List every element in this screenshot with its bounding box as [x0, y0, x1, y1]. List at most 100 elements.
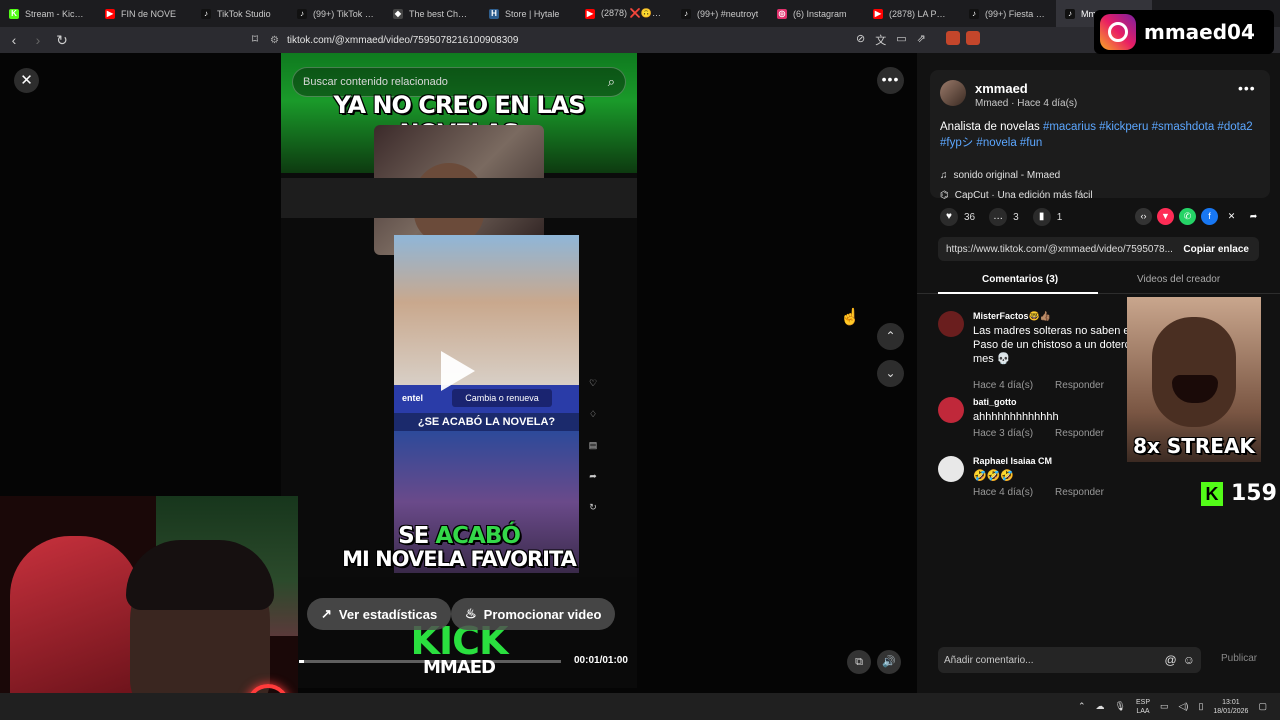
x-icon[interactable]: ✕	[1223, 208, 1240, 225]
repost-icon[interactable]: ▼	[1157, 208, 1174, 225]
browser-tab[interactable]: ◆ The best ChatBot	[384, 0, 480, 27]
remix-icon: ↻	[589, 502, 597, 512]
caption-word-1: SE	[398, 523, 429, 549]
creator-username[interactable]: xmmaed	[975, 81, 1028, 96]
reload-icon[interactable]: ↻	[52, 32, 72, 49]
embed-icon[interactable]: ‹›	[1135, 208, 1152, 225]
comment-button[interactable]: … 3	[989, 208, 1019, 226]
copy-link-button[interactable]: Copiar enlace	[1173, 244, 1259, 255]
emoji-icon[interactable]: ☺	[1183, 653, 1195, 667]
engagement-actions: ♥ 36 … 3 ▮ 1	[940, 208, 1062, 226]
tab-label: (99+) TikTok - Ma	[313, 8, 375, 19]
site-info-icon[interactable]: ⚙	[270, 35, 279, 46]
video-player[interactable]: Buscar contenido relacionado ⌕ YA NO CRE…	[281, 53, 637, 688]
reply-button[interactable]: Responder	[1055, 487, 1104, 498]
clock[interactable]: 13:01 18/01/2026	[1213, 698, 1248, 716]
volume-button[interactable]: 🔊	[877, 650, 901, 674]
youtube-icon: ▶	[105, 8, 115, 19]
onedrive-icon[interactable]: ☁	[1096, 701, 1105, 712]
like-button[interactable]: ♥ 36	[940, 208, 975, 226]
video-progress-bar[interactable]	[299, 660, 561, 663]
play-icon[interactable]	[441, 351, 475, 391]
ad-text: Cambia o renueva	[452, 389, 552, 407]
brave-shield-icon[interactable]	[946, 31, 960, 45]
creator-avatar[interactable]	[940, 80, 966, 106]
commenter-name[interactable]: bati_gotto	[973, 397, 1017, 407]
more-options-button[interactable]: •••	[877, 67, 904, 94]
more-icon[interactable]: •••	[1238, 80, 1256, 96]
browser-tab[interactable]: ▶ (2878) ❌🙃 ¿Se	[576, 0, 672, 27]
kick-icon: K	[9, 8, 19, 19]
forward-icon[interactable]: ›	[28, 32, 48, 48]
capcut-label: CapCut · Una edición más fácil	[954, 190, 1093, 201]
promote-video-button[interactable]: ♨ Promocionar video	[451, 598, 616, 630]
network-icon[interactable]: ▭	[1160, 701, 1169, 712]
search-placeholder: Buscar contenido relacionado	[303, 76, 448, 88]
video-caption: SE ACABÓ MI NOVELA FAVORITA	[281, 523, 637, 571]
laughing-face	[1152, 317, 1236, 427]
language-indicator[interactable]: ESP LAA	[1136, 698, 1150, 716]
comment-count: 3	[1013, 211, 1019, 223]
browser-tab[interactable]: ♪ (99+) TikTok - Ma	[288, 0, 384, 27]
brave-rewards-icon[interactable]	[966, 31, 980, 45]
search-icon[interactable]: ⌕	[608, 74, 615, 90]
comment-text: 🤣🤣🤣	[973, 470, 1015, 482]
reader-mode-icon[interactable]: ▭	[896, 32, 906, 48]
instagram-icon	[1100, 14, 1136, 50]
commenter-name[interactable]: Raphael Isaiaa CM	[973, 456, 1052, 466]
tray-overflow-icon[interactable]: ⌃	[1078, 701, 1086, 712]
tiktok-icon: ♪	[681, 8, 691, 19]
reply-button[interactable]: Responder	[1055, 380, 1104, 391]
capcut-row[interactable]: ⌬ CapCut · Una edición más fácil	[940, 190, 1093, 201]
publish-button[interactable]: Publicar	[1221, 653, 1257, 664]
back-icon[interactable]: ‹	[4, 32, 24, 48]
browser-tab[interactable]: K Stream - Kick Das	[0, 0, 96, 27]
browser-tab[interactable]: ♪ TikTok Studio	[192, 0, 288, 27]
commenter-avatar[interactable]	[938, 397, 964, 423]
close-button[interactable]: ✕	[14, 68, 39, 93]
ad-logo: entel	[402, 393, 424, 403]
view-stats-button[interactable]: ↗ Ver estadísticas	[307, 598, 452, 630]
save-button[interactable]: ▮ 1	[1032, 208, 1063, 226]
whatsapp-icon[interactable]: ✆	[1179, 208, 1196, 225]
volume-icon[interactable]: ◁)	[1179, 701, 1189, 712]
save-count: 1	[1056, 211, 1063, 223]
commenter-avatar[interactable]	[938, 456, 964, 482]
notifications-icon[interactable]: ▢	[1258, 701, 1267, 712]
share-arrow-icon[interactable]: ➦	[1245, 208, 1262, 225]
video-link[interactable]: https://www.tiktok.com/@xmmaed/video/759…	[938, 244, 1173, 255]
tab-creator-videos[interactable]: Videos del creador	[1137, 274, 1220, 285]
clock-date: 18/01/2026	[1213, 707, 1249, 715]
clock-time: 13:01	[1222, 698, 1240, 706]
no-tracking-icon[interactable]: ⊘	[856, 32, 865, 48]
instagram-handle: mmaed04	[1144, 20, 1255, 44]
browser-tab[interactable]: ◎ (6) Instagram	[768, 0, 864, 27]
browser-tab[interactable]: H Store | Hytale	[480, 0, 576, 27]
battery-icon[interactable]: ▯	[1198, 701, 1203, 712]
previous-video-button[interactable]: ⌃	[877, 323, 904, 350]
tab-label: The best ChatBot	[409, 8, 471, 19]
bookmark-icon[interactable]: ⌑	[248, 32, 262, 46]
share-icon[interactable]: ⇗	[917, 32, 926, 48]
translate-icon[interactable]: 文	[875, 32, 886, 48]
next-video-button[interactable]: ⌄	[877, 360, 904, 387]
youtube-icon: ▶	[873, 8, 883, 19]
facebook-icon[interactable]: f	[1201, 208, 1218, 225]
music-row[interactable]: ♫ sonido original - Mmaed	[940, 170, 1060, 181]
mention-icon[interactable]: @	[1165, 653, 1177, 667]
browser-tab[interactable]: ♪ (99+) #neutroyt	[672, 0, 768, 27]
browser-tab[interactable]: ▶ FIN de NOVE	[96, 0, 192, 27]
comment-meta: Hace 3 día(s) Responder	[973, 428, 1104, 439]
embedded-screen-capture	[281, 178, 637, 218]
commenter-avatar[interactable]	[938, 311, 964, 337]
pip-button[interactable]: ⧉	[847, 650, 871, 674]
browser-tab[interactable]: ♪ (99+) Fiesta de P	[960, 0, 1056, 27]
comment-input[interactable]	[944, 654, 1159, 666]
reply-button[interactable]: Responder	[1055, 428, 1104, 439]
commenter-name[interactable]: MisterFactos🤓👍🏽	[973, 311, 1051, 322]
url-text[interactable]: tiktok.com/@xmmaed/video/759507821610090…	[287, 35, 518, 46]
video-progress-fill	[299, 660, 305, 663]
tab-comments[interactable]: Comentarios (3)	[982, 274, 1058, 285]
browser-tab[interactable]: ▶ (2878) LA PUNTA	[864, 0, 960, 27]
microphone-icon[interactable]: 🎙	[1115, 701, 1126, 712]
